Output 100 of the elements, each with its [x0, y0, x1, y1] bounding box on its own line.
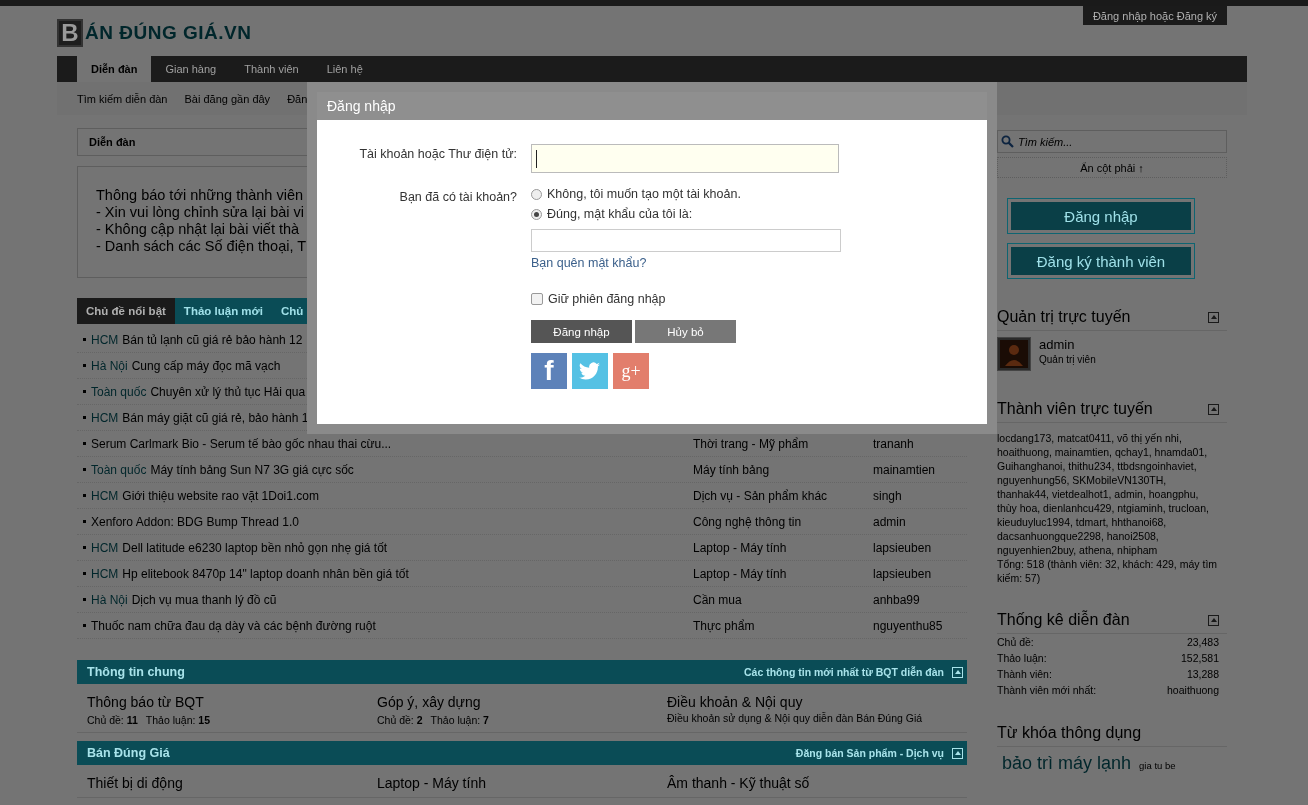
keyword-tag[interactable]: bảo trì máy lạnh: [1002, 753, 1132, 774]
thread-prefix[interactable]: Hà Nội: [91, 592, 128, 607]
stat-value: hoaithuong: [1167, 683, 1219, 698]
nav-tab[interactable]: Diễn đàn: [77, 56, 152, 82]
thread-category[interactable]: Laptop - Máy tính: [693, 566, 787, 581]
collapse-icon[interactable]: [1208, 311, 1219, 323]
thread-prefix[interactable]: Toàn quốc: [91, 384, 147, 399]
forum-name[interactable]: Thông báo từ BQT: [87, 694, 377, 710]
thread-prefix[interactable]: HCM: [91, 488, 119, 503]
radio-label[interactable]: Đúng, mật khẩu của tôi là:: [547, 207, 693, 221]
thread-author[interactable]: singh: [873, 488, 902, 503]
notice-line: - Không cập nhật lại bài viết thà: [96, 221, 300, 238]
collapse-icon[interactable]: [1208, 614, 1219, 626]
thread-title[interactable]: Giới thiệu website rao vặt 1Doi1.com: [122, 488, 319, 503]
collapse-icon[interactable]: [1208, 403, 1219, 415]
forum-stat: Chủ đề: 11: [87, 714, 138, 726]
account-link[interactable]: Đăng nhập hoặc Đăng ký: [1083, 6, 1227, 25]
forum-name[interactable]: Âm thanh - Kỹ thuật số: [667, 775, 957, 791]
forum-name[interactable]: Thiết bị di động: [87, 775, 377, 791]
bullet-icon: [83, 338, 86, 341]
nav-tab[interactable]: Liên hệ: [312, 56, 377, 82]
thread-prefix[interactable]: Toàn quốc: [91, 462, 147, 477]
google-plus-button[interactable]: g+: [613, 353, 649, 389]
checkbox-label[interactable]: Giữ phiên đăng nhập: [548, 292, 666, 306]
thread-category[interactable]: Thực phẩm: [693, 618, 755, 633]
forum-name[interactable]: Laptop - Máy tính: [377, 775, 667, 791]
cancel-button[interactable]: Hủy bỏ: [635, 320, 736, 343]
sub-nav-link[interactable]: Tìm kiếm diễn đàn: [77, 92, 168, 105]
thread-category[interactable]: Cần mua: [693, 592, 742, 607]
thread-author[interactable]: lapsieuben: [873, 540, 932, 555]
thread-tab[interactable]: Chủ đề nổi bật: [77, 298, 175, 324]
facebook-button[interactable]: f: [531, 353, 567, 389]
field-label: Bạn đã có tài khoản?: [398, 189, 517, 206]
thread-prefix[interactable]: HCM: [91, 332, 119, 347]
thread-author[interactable]: nguyenthu85: [873, 618, 943, 633]
thread-prefix[interactable]: HCM: [91, 410, 119, 425]
section-description: Các thông tin mới nhất từ BQT diễn đàn: [744, 666, 944, 678]
thread-author[interactable]: anhba99: [873, 592, 920, 607]
thread-title[interactable]: Dell latitude e6230 laptop bền nhỏ gọn nhẹ giá tốt: [122, 540, 388, 555]
notice-line: - Danh sách các Số điện thoại, T: [96, 238, 307, 255]
thread-category[interactable]: Laptop - Máy tính: [693, 540, 787, 555]
thread-category[interactable]: Công nghệ thông tin: [693, 514, 802, 529]
thread-title[interactable]: Dịch vụ mua thanh lý đồ cũ: [131, 592, 277, 607]
search-field[interactable]: Tìm kiếm...: [997, 130, 1227, 153]
sub-nav-link[interactable]: Đăn: [287, 92, 308, 105]
thread-prefix[interactable]: HCM: [91, 566, 119, 581]
sub-nav-link[interactable]: Bài đăng gần đây: [184, 92, 271, 105]
nav-tab[interactable]: Gian hàng: [151, 56, 231, 82]
thread-category[interactable]: Máy tính bảng: [693, 462, 770, 477]
thread-title[interactable]: Thuốc nam chữa đau dạ dày và các bệnh đường ruột: [91, 618, 376, 633]
section-title[interactable]: Bán Đúng Giá: [87, 746, 170, 760]
bullet-icon: [83, 442, 86, 445]
thread-author[interactable]: mainamtien: [873, 462, 936, 477]
thread-title[interactable]: Chuyên xử lý thủ tục Hải qua: [150, 384, 306, 399]
thread-title[interactable]: Hp elitebook 8470p 14" laptop doanh nhân bền giá tốt: [122, 566, 409, 581]
section-title[interactable]: Thông tin chung: [87, 665, 185, 679]
forum-stat: Thảo luận: 7: [430, 714, 489, 726]
thread-title[interactable]: Máy tính bảng Sun N7 3G giá cực sốc: [150, 462, 354, 477]
thread-category[interactable]: Dịch vụ - Sản phẩm khác: [693, 488, 828, 503]
thread-category[interactable]: Thời trang - Mỹ phẩm: [693, 436, 809, 451]
thread-prefix[interactable]: Hà Nội: [91, 358, 128, 373]
thread-title[interactable]: Cung cấp máy đọc mã vạch: [131, 358, 281, 373]
stat-label: Thảo luận:: [997, 651, 1047, 666]
password-field[interactable]: [531, 229, 841, 252]
thread-author[interactable]: lapsieuben: [873, 566, 932, 581]
radio-button[interactable]: [531, 188, 542, 200]
bird-icon: [579, 362, 601, 380]
sidebar-button[interactable]: Đăng ký thành viên: [1007, 243, 1195, 279]
radio-button[interactable]: [531, 208, 542, 220]
twitter-button[interactable]: [572, 353, 608, 389]
field-label: Tài khoản hoặc Thư điện tử:: [358, 146, 517, 163]
bullet-icon: [83, 572, 86, 575]
keyword-tag[interactable]: gia tu be: [1139, 760, 1176, 771]
thread-tab[interactable]: Thảo luận mới: [174, 298, 272, 324]
staff-name[interactable]: admin: [1039, 337, 1096, 352]
forgot-password-link[interactable]: Bạn quên mật khẩu?: [531, 256, 841, 270]
login-button[interactable]: Đăng nhập: [531, 320, 632, 343]
dialog-title: Đăng nhập: [317, 92, 987, 120]
sidebar-heading: Từ khóa thông dụng: [997, 724, 1142, 742]
checkbox[interactable]: [531, 293, 543, 305]
nav-tab[interactable]: Thành viên: [230, 56, 313, 82]
hide-sidebar-link[interactable]: Ẩn cột phải ↑: [997, 157, 1227, 178]
forum-name[interactable]: Góp ý, xây dựng: [377, 694, 667, 710]
radio-label[interactable]: Không, tôi muốn tạo một tài khoản.: [547, 187, 741, 201]
thread-title[interactable]: Bán tủ lạnh cũ giá rẻ bảo hành 12: [122, 332, 303, 347]
thread-author[interactable]: trananh: [873, 436, 914, 451]
bullet-icon: [83, 416, 86, 419]
account-field[interactable]: [531, 144, 839, 173]
thread-prefix[interactable]: HCM: [91, 540, 119, 555]
stat-label: Chủ đề:: [997, 635, 1034, 650]
bullet-icon: [83, 546, 86, 549]
bullet-icon: [83, 390, 86, 393]
sidebar-button[interactable]: Đăng nhập: [1007, 198, 1195, 234]
section-description: Đăng bán Sản phẩm - Dịch vụ: [795, 747, 944, 759]
logo-text[interactable]: ÁN ĐÚNG GIÁ.VN: [85, 22, 252, 44]
thread-title[interactable]: Xenforo Addon: BDG Bump Thread 1.0: [91, 514, 299, 529]
thread-title[interactable]: Serum Carlmark Bio - Serum tế bào gốc nhau thai cừu...: [91, 436, 392, 451]
forum-name[interactable]: Điều khoản & Nội quy: [667, 694, 957, 710]
thread-author[interactable]: admin: [873, 514, 906, 529]
breadcrumb-link[interactable]: Diễn đàn: [89, 136, 136, 148]
